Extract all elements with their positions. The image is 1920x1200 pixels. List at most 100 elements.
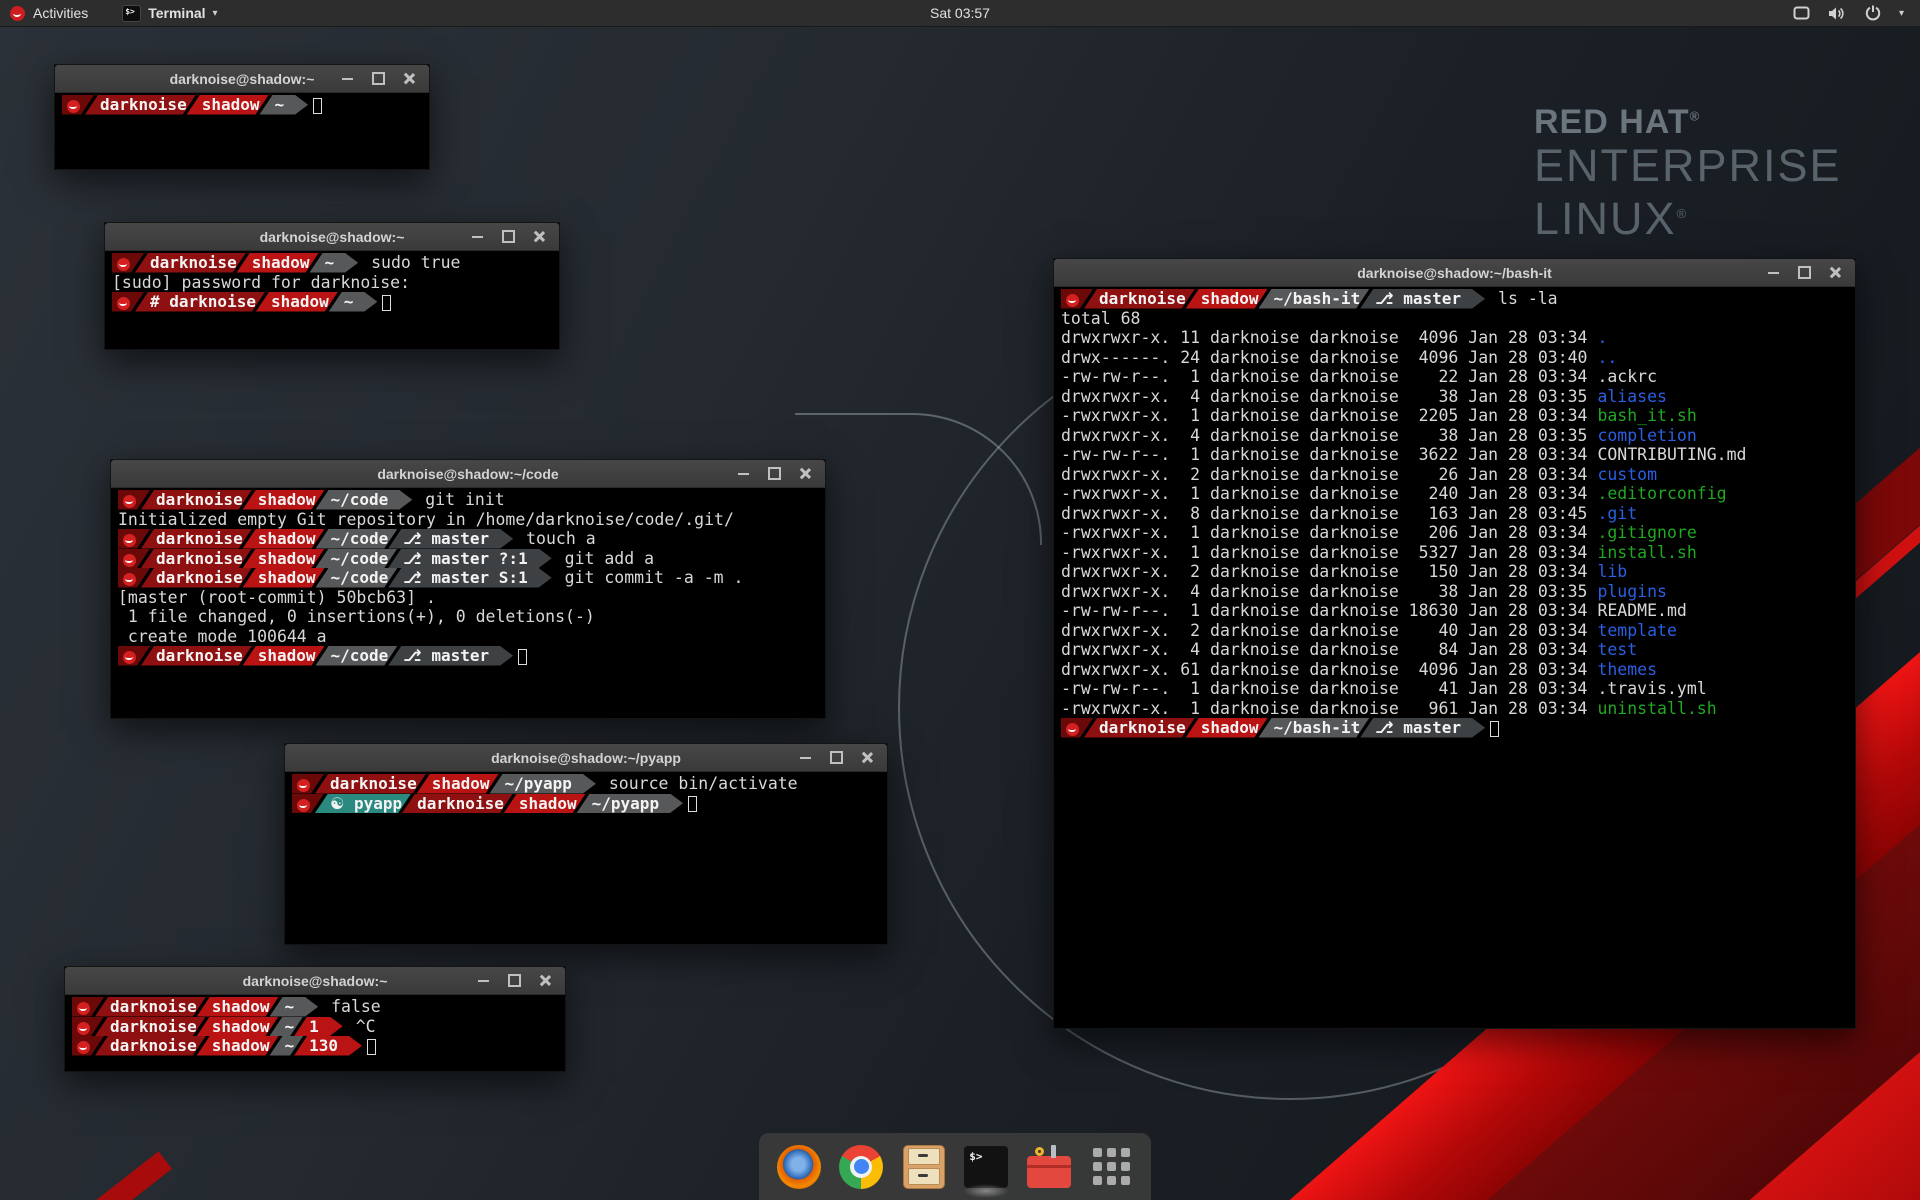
output-line: -rwxrwxr-x. 1 darknoise darknoise 2205 J… <box>1061 406 1848 426</box>
redhat-prompt-icon <box>123 495 136 508</box>
maximize-button[interactable] <box>762 464 786 484</box>
ls-entry-name: .gitignore <box>1597 523 1696 542</box>
terminal-window-sudo[interactable]: darknoise@shadow:~ darknoiseshadow~ sudo… <box>104 222 560 350</box>
prompt-line: darknoiseshadow~/bash-it⎇ master <box>1061 718 1848 738</box>
maximize-button[interactable] <box>496 227 520 247</box>
redhat-prompt-icon <box>123 651 136 664</box>
terminal-content[interactable]: darknoiseshadow~ <box>55 93 429 170</box>
maximize-button[interactable] <box>1792 263 1816 283</box>
redhat-prompt-icon <box>123 534 136 547</box>
terminal-window-code[interactable]: darknoise@shadow:~/code darknoiseshadow~… <box>110 459 826 719</box>
terminal-window-home-1[interactable]: darknoise@shadow:~ darknoiseshadow~ <box>54 64 430 170</box>
command-text: ls -la <box>1488 289 1558 308</box>
output-line: drwxrwxr-x. 11 darknoise darknoise 4096 … <box>1061 328 1848 348</box>
terminal-window-home-2[interactable]: darknoise@shadow:~ darknoiseshadow~ fals… <box>64 966 566 1072</box>
titlebar[interactable]: darknoise@shadow:~ <box>65 967 565 995</box>
terminal-cursor <box>1490 721 1499 737</box>
output-line: drwx------. 24 darknoise darknoise 4096 … <box>1061 348 1848 368</box>
ls-entry-name: .travis.yml <box>1597 679 1706 698</box>
minimize-button[interactable] <box>1761 263 1785 283</box>
dock-item-firefox[interactable] <box>776 1144 822 1190</box>
ls-entry-name: README.md <box>1597 601 1686 620</box>
git-branch-icon: ⎇ <box>403 568 421 587</box>
terminal-content[interactable]: darknoiseshadow~ falsedarknoiseshadow~1 … <box>65 995 565 1072</box>
titlebar[interactable]: darknoise@shadow:~ <box>105 223 559 251</box>
terminal-content[interactable]: darknoiseshadow~/code git initInitialize… <box>111 488 825 719</box>
chevron-down-icon: ▾ <box>1899 8 1904 19</box>
chevron-down-icon: ▾ <box>213 8 218 19</box>
system-status-area[interactable]: ▾ <box>1793 5 1920 21</box>
maximize-button[interactable] <box>502 971 526 991</box>
prompt-line: darknoiseshadow~/code⎇ master touch a <box>118 529 818 549</box>
output-line: [master (root-commit) 50bcb63] . <box>118 588 818 608</box>
redhat-prompt-icon <box>297 799 310 812</box>
power-icon <box>1865 5 1881 21</box>
ls-entry-name: aliases <box>1597 387 1667 406</box>
titlebar[interactable]: darknoise@shadow:~ <box>55 65 429 93</box>
output-line: drwxrwxr-x. 2 darknoise darknoise 26 Jan… <box>1061 465 1848 485</box>
close-button[interactable] <box>855 748 879 768</box>
terminal-content[interactable]: darknoiseshadow~/pyapp source bin/activa… <box>285 772 887 945</box>
display-icon <box>1793 6 1810 21</box>
redhat-prompt-icon <box>67 100 80 113</box>
output-line: -rw-rw-r--. 1 darknoise darknoise 22 Jan… <box>1061 367 1848 387</box>
desktop: RED HAT® ENTERPRISE LINUX® Activities $>… <box>0 0 1920 1200</box>
minimize-button[interactable] <box>731 464 755 484</box>
close-button[interactable] <box>533 971 557 991</box>
ls-entry-name: test <box>1597 640 1637 659</box>
ls-entry-name: template <box>1597 621 1676 640</box>
activities-button[interactable]: Activities <box>0 5 88 21</box>
prompt-line: darknoiseshadow~/code⎇ master <box>118 646 818 666</box>
maximize-button[interactable] <box>366 69 390 89</box>
output-line: [sudo] password for darknoise: <box>112 273 552 293</box>
terminal-window-bash-it[interactable]: darknoise@shadow:~/bash-it darknoiseshad… <box>1053 258 1856 1029</box>
file-cabinet-icon <box>903 1145 945 1189</box>
close-button[interactable] <box>527 227 551 247</box>
dock-item-terminal[interactable]: $> <box>963 1144 1009 1190</box>
dock-item-files[interactable] <box>901 1144 947 1190</box>
titlebar[interactable]: darknoise@shadow:~/pyapp <box>285 744 887 772</box>
running-indicator <box>963 1184 1009 1198</box>
minimize-button[interactable] <box>335 69 359 89</box>
titlebar[interactable]: darknoise@shadow:~/code <box>111 460 825 488</box>
rhel-branding: RED HAT® ENTERPRISE LINUX® <box>1534 103 1842 243</box>
close-button[interactable] <box>397 69 421 89</box>
maximize-button[interactable] <box>824 748 848 768</box>
prompt-line: darknoiseshadow~ false <box>72 997 558 1017</box>
wallpaper-red-sliver <box>64 1151 172 1200</box>
git-branch-icon: ⎇ <box>403 529 421 548</box>
dock: $> <box>759 1133 1151 1200</box>
dock-item-toolbox[interactable] <box>1026 1144 1072 1190</box>
terminal-window-pyapp[interactable]: darknoise@shadow:~/pyapp darknoiseshadow… <box>284 743 888 945</box>
prompt-line: darknoiseshadow~ sudo true <box>112 253 552 273</box>
dock-item-app-grid[interactable] <box>1088 1144 1134 1190</box>
output-line: drwxrwxr-x. 61 darknoise darknoise 4096 … <box>1061 660 1848 680</box>
ls-entry-name: custom <box>1597 465 1657 484</box>
close-button[interactable] <box>1823 263 1847 283</box>
redhat-prompt-icon <box>117 258 130 271</box>
output-line: create mode 100644 a <box>118 627 818 647</box>
minimize-button[interactable] <box>471 971 495 991</box>
output-line: drwxrwxr-x. 2 darknoise darknoise 150 Ja… <box>1061 562 1848 582</box>
terminal-content[interactable]: darknoiseshadow~/bash-it⎇ master ls -la t… <box>1054 287 1855 1029</box>
terminal-cursor <box>688 796 697 812</box>
redhat-prompt-icon <box>77 1022 90 1035</box>
ls-entry-name: plugins <box>1597 582 1667 601</box>
app-menu-terminal[interactable]: $> Terminal ▾ <box>122 5 217 22</box>
git-branch-icon: ⎇ <box>403 646 421 665</box>
brand-red-hat: RED HAT® <box>1534 103 1842 142</box>
terminal-content[interactable]: darknoiseshadow~ sudo true[sudo] passwor… <box>105 251 559 350</box>
command-text: touch a <box>516 529 595 548</box>
minimize-button[interactable] <box>793 748 817 768</box>
command-text: source bin/activate <box>599 774 798 793</box>
minimize-button[interactable] <box>465 227 489 247</box>
output-line: -rw-rw-r--. 1 darknoise darknoise 3622 J… <box>1061 445 1848 465</box>
output-line: drwxrwxr-x. 2 darknoise darknoise 40 Jan… <box>1061 621 1848 641</box>
activities-label: Activities <box>33 5 88 21</box>
redhat-prompt-icon <box>77 1002 90 1015</box>
close-button[interactable] <box>793 464 817 484</box>
dock-item-chrome[interactable] <box>838 1144 884 1190</box>
titlebar[interactable]: darknoise@shadow:~/bash-it <box>1054 259 1855 287</box>
clock[interactable]: Sat 03:57 <box>0 5 1920 21</box>
ls-entry-name: .git <box>1597 504 1637 523</box>
